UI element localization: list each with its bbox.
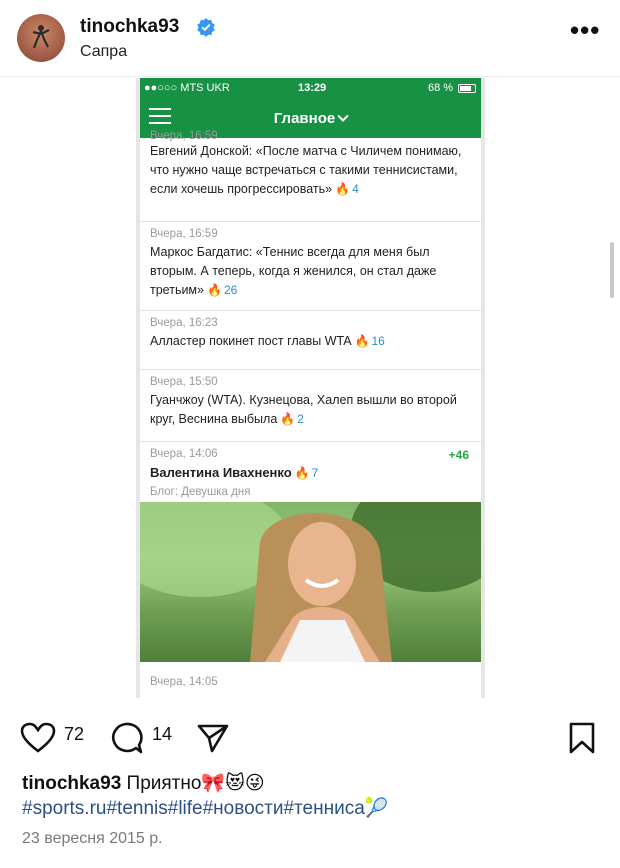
post-actions: 72 14: [0, 710, 620, 760]
post-date: 23 вересня 2015 р.: [22, 830, 163, 847]
caption-username[interactable]: tinochka93: [22, 773, 121, 794]
news-text: Алластер покинет пост главы WTA 🔥 16: [150, 334, 385, 348]
news-text: Гуанчжоу (WTA). Кузнецова, Халеп вышли в…: [150, 393, 457, 426]
hashtags[interactable]: #sports.ru#tennis#life#новости#тенниса🎾: [22, 796, 612, 822]
clock-label: 13:29: [298, 82, 327, 94]
comment-icon[interactable]: [109, 721, 143, 755]
verified-badge-icon: [197, 18, 215, 37]
comment-count[interactable]: 14: [152, 724, 172, 745]
avatar[interactable]: [17, 14, 65, 62]
caption-text: Приятно🎀😻😜: [126, 773, 265, 794]
chevron-down-icon: [337, 110, 349, 122]
news-count: 4: [352, 182, 359, 196]
phone-status-bar: ●●○○○ MTS UKR 13:29 68 %: [140, 78, 481, 100]
location-label[interactable]: Сапра: [80, 43, 127, 61]
carrier-label: ●●○○○ MTS UKR: [144, 82, 230, 94]
fire-icon: 🔥: [280, 412, 296, 426]
news-item: Вчера, 15:50 Гуанчжоу (WTA). Кузнецова, …: [140, 370, 481, 442]
fire-icon: 🔥: [335, 182, 351, 196]
battery-icon: [458, 84, 476, 93]
news-text: Евгений Донской: «После матча с Чиличем …: [150, 144, 462, 196]
news-text: Маркос Багдатис: «Теннис всегда для меня…: [150, 245, 437, 297]
share-icon[interactable]: [196, 722, 230, 754]
fire-icon: 🔥: [294, 466, 310, 480]
news-time: Вчера, 15:50: [150, 376, 218, 388]
more-options-icon[interactable]: •••: [570, 17, 604, 48]
news-count: 26: [223, 283, 238, 297]
news-count: 2: [297, 412, 304, 426]
news-time: Вчера, 14:06: [150, 448, 218, 460]
username[interactable]: tinochka93: [80, 16, 179, 38]
news-count: 16: [371, 334, 385, 348]
news-time: Вчера, 14:05: [150, 676, 218, 688]
blog-subtitle: Блог: Девушка дня: [150, 486, 251, 498]
news-item: Вчера, 14:05: [140, 662, 481, 698]
phone-screenshot: ●●○○○ MTS UKR 13:29 68 % Главное Вчера, …: [136, 78, 485, 698]
blog-title: Валентина Ивахненко 🔥 7: [150, 465, 319, 480]
news-time: Вчера, 16:59: [150, 228, 218, 240]
scrollbar-thumb[interactable]: [610, 242, 614, 298]
news-time: Вчера, 16:23: [150, 317, 218, 329]
fire-icon: 🔥: [354, 334, 370, 348]
tennis-player-figure: [32, 25, 50, 49]
blog-photo: [140, 502, 481, 662]
news-count: 7: [311, 466, 319, 480]
news-time: Вчера, 16:59: [150, 130, 218, 142]
app-title: Главное: [140, 110, 481, 127]
rating-badge: +46: [448, 448, 469, 462]
news-item: Вчера, 16:23 Алластер покинет пост главы…: [140, 311, 481, 370]
news-item: Вчера, 16:59 Маркос Багдатис: «Теннис вс…: [140, 222, 481, 311]
news-feed: Вчера, 16:59 Евгений Донской: «После мат…: [140, 130, 481, 512]
like-heart-icon[interactable]: [20, 722, 56, 754]
news-item: Вчера, 16:59 Евгений Донской: «После мат…: [140, 130, 481, 222]
like-count[interactable]: 72: [64, 724, 84, 745]
fire-icon: 🔥: [206, 283, 222, 297]
post-caption: tinochka93 Приятно🎀😻😜: [22, 770, 602, 798]
bookmark-icon[interactable]: [568, 721, 596, 755]
battery-percent: 68 %: [428, 82, 454, 94]
post-header: tinochka93 Сапра •••: [0, 0, 620, 76]
